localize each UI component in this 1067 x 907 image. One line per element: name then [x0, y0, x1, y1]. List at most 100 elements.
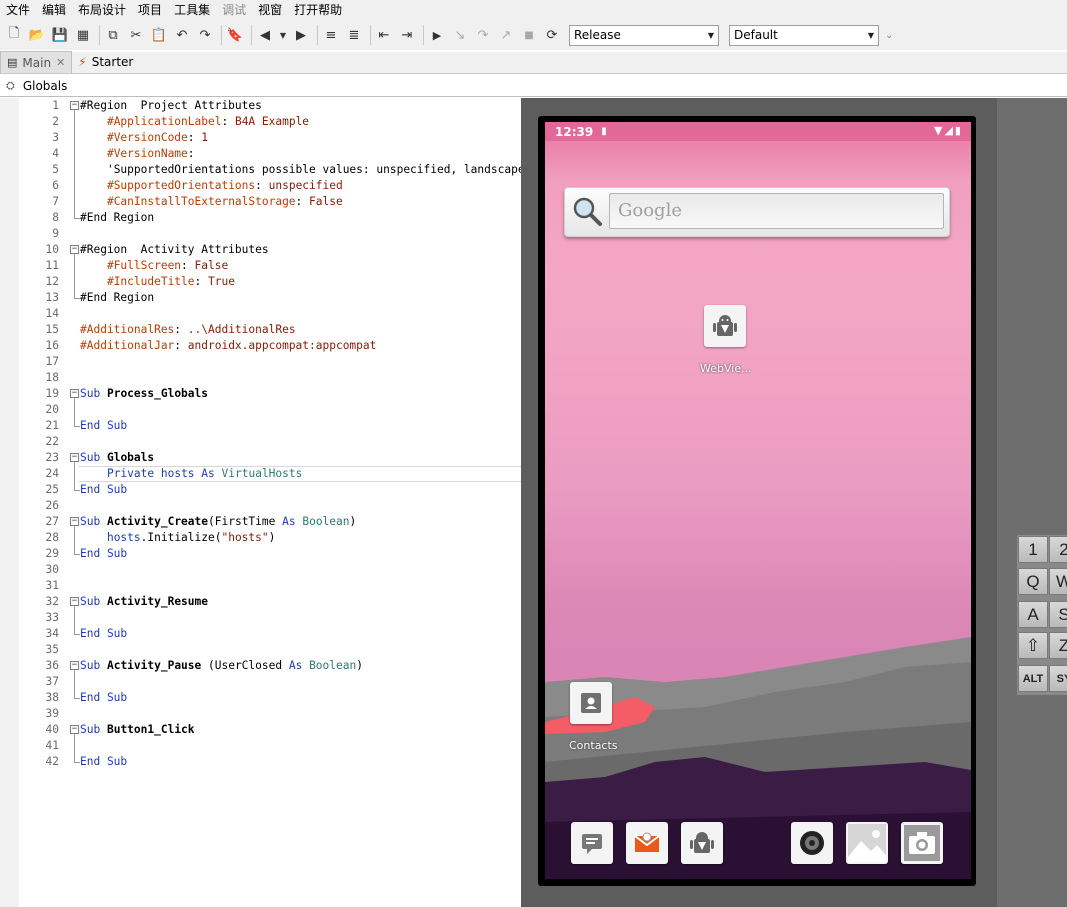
- dock-gallery[interactable]: [846, 822, 888, 864]
- code-line[interactable]: 23− Sub Globals: [19, 450, 521, 466]
- code-line[interactable]: 12 #IncludeTitle: True: [19, 274, 521, 290]
- menu-item[interactable]: 视窗: [252, 0, 288, 20]
- indent-icon[interactable]: ⇥: [397, 24, 417, 46]
- menu-item[interactable]: 文件: [0, 0, 36, 20]
- code-line[interactable]: 18: [19, 370, 521, 386]
- fold-toggle-icon[interactable]: −: [70, 514, 80, 530]
- code-line[interactable]: 36− Sub Activity_Pause (UserClosed As Boo…: [19, 658, 521, 674]
- save-all-icon[interactable]: ▦: [73, 24, 93, 46]
- search-input[interactable]: Google: [609, 193, 944, 229]
- code-line[interactable]: 29 End Sub: [19, 546, 521, 562]
- key-sym[interactable]: SY: [1049, 665, 1067, 692]
- code-line[interactable]: 1− #Region Project Attributes: [19, 98, 521, 114]
- google-search-widget[interactable]: Google: [564, 187, 950, 237]
- menu-item[interactable]: 打开帮助: [288, 0, 348, 20]
- open-file-icon[interactable]: 📂: [27, 24, 47, 46]
- code-line[interactable]: 40− Sub Button1_Click: [19, 722, 521, 738]
- uncomment-block-icon[interactable]: ≣: [344, 24, 364, 46]
- code-line[interactable]: 3 #VersionCode: 1: [19, 130, 521, 146]
- code-line[interactable]: 20: [19, 402, 521, 418]
- step-over-icon[interactable]: ↷: [473, 24, 493, 46]
- code-line[interactable]: 17: [19, 354, 521, 370]
- comment-block-icon[interactable]: ≡: [321, 24, 341, 46]
- key-q[interactable]: Q: [1018, 568, 1048, 595]
- key-1[interactable]: 1: [1018, 536, 1048, 563]
- phone-screen[interactable]: 12:39 ▮ ▼◢▮ Google WebVie... Contacts: [545, 122, 971, 879]
- stop-icon[interactable]: ■: [519, 24, 539, 46]
- code-line[interactable]: 41: [19, 738, 521, 754]
- shift-key[interactable]: ⇧: [1018, 632, 1048, 659]
- dropdown-arrow-icon[interactable]: ▼: [278, 24, 288, 46]
- key-alt[interactable]: ALT: [1018, 665, 1048, 692]
- code-line[interactable]: 5 'SupportedOrientations possible values…: [19, 162, 521, 178]
- bookmark-icon[interactable]: 🔖: [225, 24, 245, 46]
- cut-icon[interactable]: ✂: [126, 24, 146, 46]
- restart-icon[interactable]: ⟳: [542, 24, 562, 46]
- code-line[interactable]: 42 End Sub: [19, 754, 521, 770]
- code-line[interactable]: 37: [19, 674, 521, 690]
- navigate-back-icon[interactable]: ◀: [255, 24, 275, 46]
- key-a[interactable]: A: [1018, 601, 1048, 628]
- key-2[interactable]: 2: [1049, 536, 1067, 563]
- build-config-select[interactable]: Release ▼: [569, 24, 719, 46]
- menu-item[interactable]: 项目: [132, 0, 168, 20]
- code-line[interactable]: 38 End Sub: [19, 690, 521, 706]
- code-line[interactable]: 26: [19, 498, 521, 514]
- tab-starter[interactable]: ⚡ Starter: [72, 51, 139, 73]
- code-line[interactable]: 35: [19, 642, 521, 658]
- code-line[interactable]: 2 #ApplicationLabel: B4A Example: [19, 114, 521, 130]
- new-file-icon[interactable]: 🗋: [4, 24, 24, 46]
- code-line[interactable]: 4 #VersionName:: [19, 146, 521, 162]
- code-line[interactable]: 6 #SupportedOrientations: unspecified: [19, 178, 521, 194]
- menu-item[interactable]: 编辑: [36, 0, 72, 20]
- fold-toggle-icon[interactable]: −: [70, 450, 80, 466]
- run-icon[interactable]: ▶: [427, 24, 447, 46]
- save-icon[interactable]: 💾: [50, 24, 70, 46]
- fold-toggle-icon[interactable]: −: [70, 242, 80, 258]
- code-line[interactable]: 31: [19, 578, 521, 594]
- module-navigator[interactable]: ⛭ Globals: [0, 76, 1067, 97]
- dock-messaging[interactable]: [571, 822, 613, 864]
- outdent-icon[interactable]: ⇤: [374, 24, 394, 46]
- menu-item[interactable]: 工具集: [168, 0, 216, 20]
- code-line[interactable]: 16 #AdditionalJar: androidx.appcompat:app…: [19, 338, 521, 354]
- code-line[interactable]: 9: [19, 226, 521, 242]
- fold-toggle-icon[interactable]: −: [70, 386, 80, 402]
- fold-toggle-icon[interactable]: −: [70, 658, 80, 674]
- code-editor[interactable]: 1− #Region Project Attributes 2 #Applicati…: [0, 98, 521, 907]
- code-line[interactable]: 22: [19, 434, 521, 450]
- code-line[interactable]: 13 #End Region: [19, 290, 521, 306]
- redo-icon[interactable]: ↷: [195, 24, 215, 46]
- menu-item[interactable]: 调试: [216, 0, 252, 20]
- key-s[interactable]: S: [1049, 601, 1067, 628]
- code-line[interactable]: 27− Sub Activity_Create(FirstTime As Bool…: [19, 514, 521, 530]
- code-line[interactable]: 15 #AdditionalRes: ..\AdditionalRes: [19, 322, 521, 338]
- menu-item[interactable]: 布局设计: [72, 0, 132, 20]
- code-line[interactable]: 24 Private hosts As VirtualHosts: [19, 466, 521, 482]
- undo-icon[interactable]: ↶: [172, 24, 192, 46]
- copy-icon[interactable]: ⧉: [103, 24, 123, 46]
- webview-app-icon[interactable]: [704, 305, 746, 347]
- code-line[interactable]: 14: [19, 306, 521, 322]
- code-line[interactable]: 21 End Sub: [19, 418, 521, 434]
- close-icon[interactable]: ✕: [56, 56, 65, 69]
- key-z[interactable]: Z: [1049, 632, 1067, 659]
- code-line[interactable]: 19− Sub Process_Globals: [19, 386, 521, 402]
- code-line[interactable]: 33: [19, 610, 521, 626]
- device-select[interactable]: Default ▼: [729, 24, 879, 46]
- code-line[interactable]: 10− #Region Activity Attributes: [19, 242, 521, 258]
- step-out-icon[interactable]: ↗: [496, 24, 516, 46]
- navigate-forward-icon[interactable]: ▶: [291, 24, 311, 46]
- code-line[interactable]: 7 #CanInstallToExternalStorage: False: [19, 194, 521, 210]
- code-line[interactable]: 28 hosts.Initialize("hosts"): [19, 530, 521, 546]
- dock-music[interactable]: [791, 822, 833, 864]
- tab-main[interactable]: ▤ Main ✕: [0, 51, 73, 73]
- step-in-icon[interactable]: ↘: [450, 24, 470, 46]
- code-line[interactable]: 34 End Sub: [19, 626, 521, 642]
- key-w[interactable]: W: [1049, 568, 1067, 595]
- paste-icon[interactable]: 📋: [149, 24, 169, 46]
- dock-camera[interactable]: [901, 822, 943, 864]
- dock-email[interactable]: [626, 822, 668, 864]
- contacts-app-icon[interactable]: [570, 682, 612, 724]
- code-line[interactable]: 39: [19, 706, 521, 722]
